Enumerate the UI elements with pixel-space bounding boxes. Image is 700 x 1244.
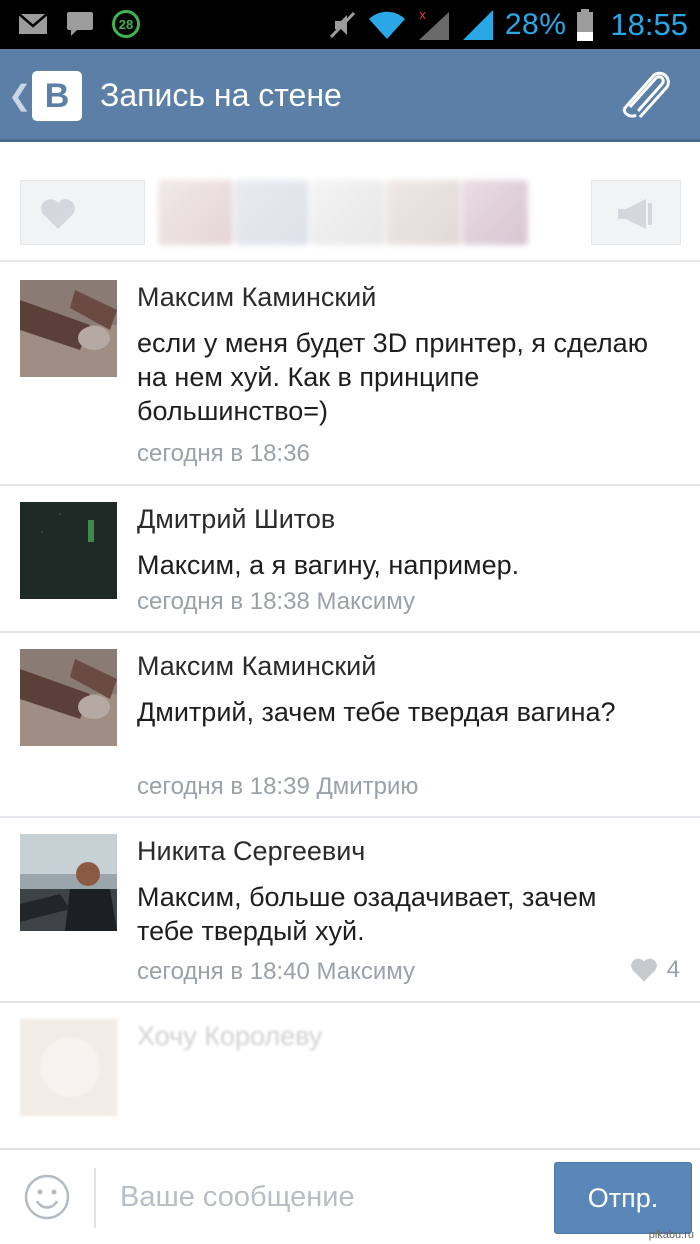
heart-icon xyxy=(630,958,657,982)
paperclip-icon[interactable] xyxy=(614,69,676,123)
liker-avatar[interactable] xyxy=(158,180,233,245)
comment-list: Максим Каминский если у меня будет 3D пр… xyxy=(0,264,700,1148)
page-title: Запись на стене xyxy=(100,77,342,113)
avatar[interactable] xyxy=(20,834,117,931)
comment-author[interactable]: Дмитрий Шитов xyxy=(137,504,335,535)
app-header: ❮ B Запись на стене xyxy=(0,49,700,142)
comment-item[interactable]: Максим Каминский если у меня будет 3D пр… xyxy=(0,264,700,486)
liker-avatar[interactable] xyxy=(386,180,461,245)
vk-logo[interactable]: B xyxy=(32,71,82,121)
signal-no-sim-icon: x xyxy=(418,8,449,40)
comment-likes[interactable]: 4 xyxy=(629,956,680,984)
message-input[interactable] xyxy=(120,1172,540,1222)
liker-avatar[interactable] xyxy=(462,180,528,245)
likes-bar xyxy=(0,145,700,262)
share-button[interactable] xyxy=(591,180,681,245)
comment-text: если у меня будет 3D принтер, я сделаю н… xyxy=(137,328,648,426)
avatar[interactable] xyxy=(20,502,117,599)
comment-text: Дмитрий, зачем тебе твердая вагина? xyxy=(137,697,616,727)
comment-timestamp: сегодня в 18:38 Максиму xyxy=(137,588,416,615)
comment-timestamp: сегодня в 18:40 Максиму xyxy=(137,958,416,985)
heart-icon xyxy=(41,199,75,229)
comment-author[interactable]: Максим Каминский xyxy=(137,651,376,682)
signal-strength-icon xyxy=(462,10,493,40)
liker-avatar[interactable] xyxy=(234,180,309,245)
mute-icon xyxy=(329,11,355,39)
comment-text: Максим, больше озадачивает, зачем тебе т… xyxy=(137,882,597,946)
message-icon xyxy=(67,12,93,36)
battery-percentage: 28% xyxy=(504,8,567,41)
back-icon[interactable]: ❮ xyxy=(8,79,31,112)
send-button[interactable]: Отпр. xyxy=(554,1162,692,1234)
megaphone-icon xyxy=(618,199,652,229)
avatar[interactable] xyxy=(20,280,117,377)
notification-count-badge: 28 xyxy=(112,10,140,38)
comment-like-count: 4 xyxy=(666,956,680,983)
like-button[interactable] xyxy=(20,180,145,245)
input-divider xyxy=(94,1168,96,1228)
avatar[interactable] xyxy=(20,649,117,746)
comment-item[interactable]: Максим Каминский Дмитрий, зачем тебе тве… xyxy=(0,633,700,818)
comment-text: Максим, а я вагину, например. xyxy=(137,550,520,580)
liker-avatar[interactable] xyxy=(310,180,385,245)
status-bar: 28 x 28% 18:55 xyxy=(0,0,700,49)
smiley-icon[interactable] xyxy=(24,1174,70,1220)
avatar[interactable] xyxy=(20,1019,117,1116)
comment-timestamp: сегодня в 18:36 xyxy=(137,440,310,467)
clock: 18:55 xyxy=(610,7,688,42)
comment-item[interactable]: Дмитрий Шитов Максим, а я вагину, наприм… xyxy=(0,486,700,633)
svg-text:x: x xyxy=(419,8,426,22)
battery-icon xyxy=(577,9,594,41)
comment-author[interactable]: Никита Сергеевич xyxy=(137,836,365,867)
comment-author[interactable]: Максим Каминский xyxy=(137,282,376,313)
comment-item[interactable]: Хочу Королеву xyxy=(0,1003,700,1148)
comment-item[interactable]: Никита Сергеевич Максим, больше озадачив… xyxy=(0,818,700,1003)
mail-icon xyxy=(18,13,48,34)
message-input-bar: Отпр. pikabu.ru xyxy=(0,1148,700,1244)
watermark: pikabu.ru xyxy=(648,1229,694,1241)
wifi-icon xyxy=(368,11,405,39)
comment-timestamp: сегодня в 18:39 Дмитрию xyxy=(137,773,419,800)
comment-author[interactable]: Хочу Королеву xyxy=(137,1021,322,1052)
